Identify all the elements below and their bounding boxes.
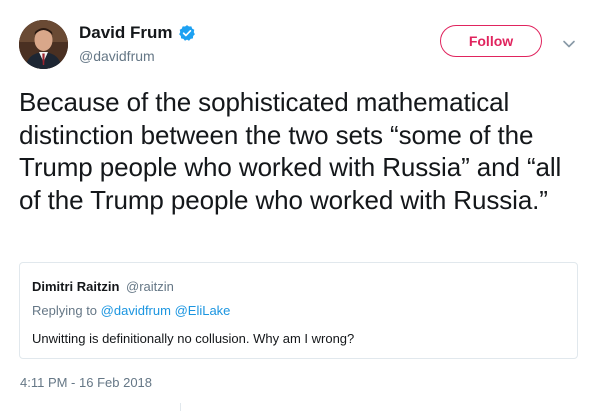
- quoted-tweet[interactable]: Dimitri Raitzin @raitzin Replying to @da…: [19, 262, 578, 359]
- quoted-author-handle[interactable]: @raitzin: [126, 279, 174, 294]
- tweet-text: Because of the sophisticated mathematica…: [19, 87, 562, 215]
- tweet-timestamp[interactable]: 4:11 PM - 16 Feb 2018: [20, 374, 152, 392]
- mention-link[interactable]: @davidfrum: [101, 303, 171, 318]
- avatar[interactable]: [19, 20, 68, 69]
- quoted-author[interactable]: Dimitri Raitzin @raitzin: [32, 278, 174, 296]
- replying-to: Replying to @davidfrum @EliLake: [32, 302, 230, 320]
- divider: [180, 403, 181, 411]
- follow-button[interactable]: Follow: [440, 25, 542, 57]
- author-name[interactable]: David Frum: [79, 22, 196, 44]
- author-handle[interactable]: @davidfrum: [79, 47, 155, 65]
- verified-badge-icon: [178, 24, 196, 42]
- quoted-author-name[interactable]: Dimitri Raitzin: [32, 279, 119, 294]
- quoted-tweet-text: Unwitting is definitionally no collusion…: [32, 331, 355, 346]
- author-name-text[interactable]: David Frum: [79, 22, 173, 44]
- mention-link[interactable]: @EliLake: [175, 303, 231, 318]
- replying-to-label: Replying to: [32, 303, 98, 318]
- chevron-down-icon[interactable]: [562, 36, 576, 48]
